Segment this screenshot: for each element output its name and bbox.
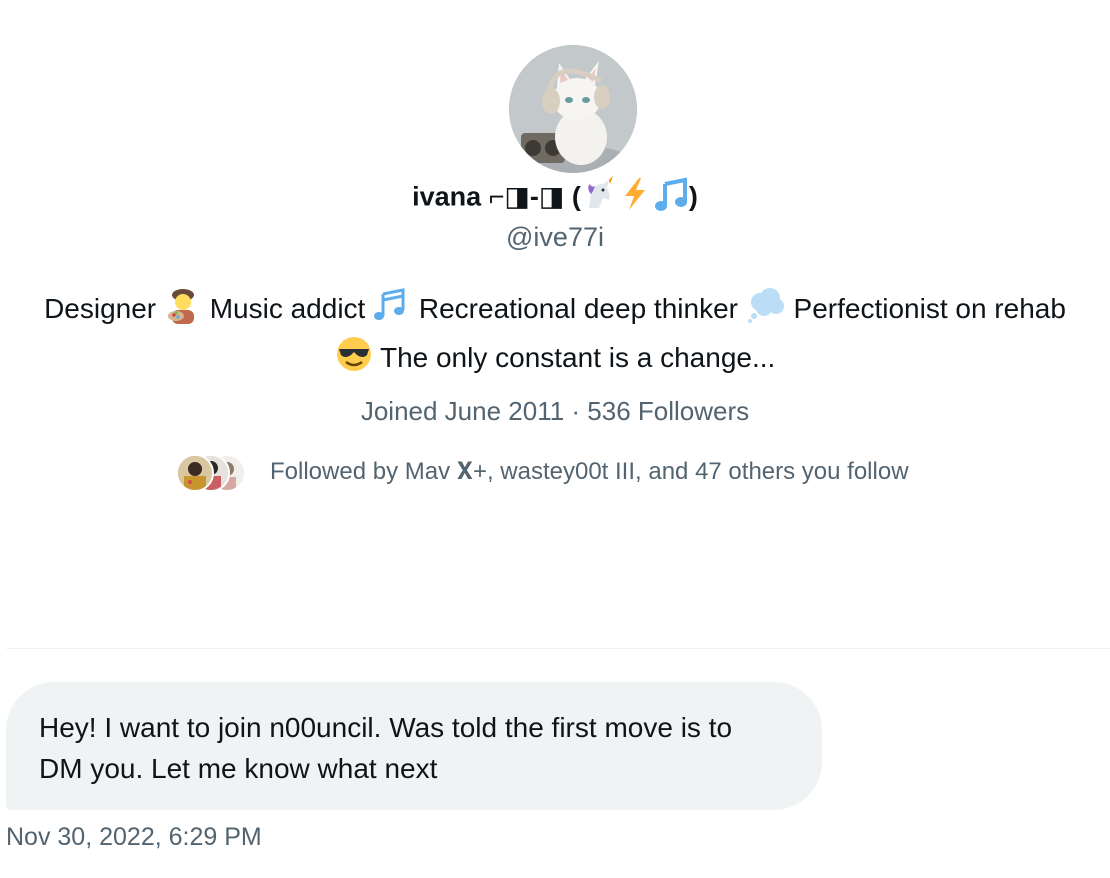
- cat-avatar-illustration: [509, 45, 637, 173]
- display-name: ivana ⌐◨-◨ ( ): [0, 176, 1110, 221]
- music-notes-icon: [373, 286, 411, 335]
- followed-by-text[interactable]: Followed by Mav 𝐗+, wastey00t III, and 4…: [270, 458, 909, 486]
- section-divider: [6, 648, 1110, 649]
- message-text: Hey! I want to join n00uncil. Was told t…: [39, 712, 733, 784]
- bio-text-3: Recreational deep thinker: [411, 292, 746, 324]
- bio-text-1: Designer: [44, 292, 164, 324]
- sunglasses-smiley-icon: [335, 335, 373, 384]
- display-name-close: ): [688, 181, 698, 212]
- profile-bio: Designer Music addict Recreational deep …: [40, 286, 1070, 384]
- followed-by-row[interactable]: Followed by Mav 𝐗+, wastey00t III, and 4…: [176, 452, 909, 492]
- thought-bubble-icon: [746, 286, 786, 335]
- unicorn-icon: [581, 176, 617, 221]
- message-timestamp: Nov 30, 2022, 6:29 PM: [6, 823, 262, 851]
- bio-text-5: The only constant is a change...: [372, 341, 776, 373]
- follower-facepile: [176, 453, 248, 492]
- profile-meta: Joined June 2011 · 536 Followers: [360, 396, 750, 426]
- follower-avatar: [176, 454, 214, 492]
- display-name-text: ivana ⌐◨-◨ (: [412, 181, 581, 212]
- lightning-icon: [617, 176, 653, 221]
- avatar[interactable]: [509, 45, 637, 173]
- profile-handle[interactable]: @ive77i: [0, 219, 1110, 255]
- bio-text-2: Music addict: [201, 292, 374, 324]
- message-bubble[interactable]: Hey! I want to join n00uncil. Was told t…: [6, 682, 822, 810]
- bio-text-4: Perfectionist on rehab: [785, 292, 1066, 324]
- artist-icon: [164, 286, 202, 335]
- music-note-icon: [653, 176, 689, 221]
